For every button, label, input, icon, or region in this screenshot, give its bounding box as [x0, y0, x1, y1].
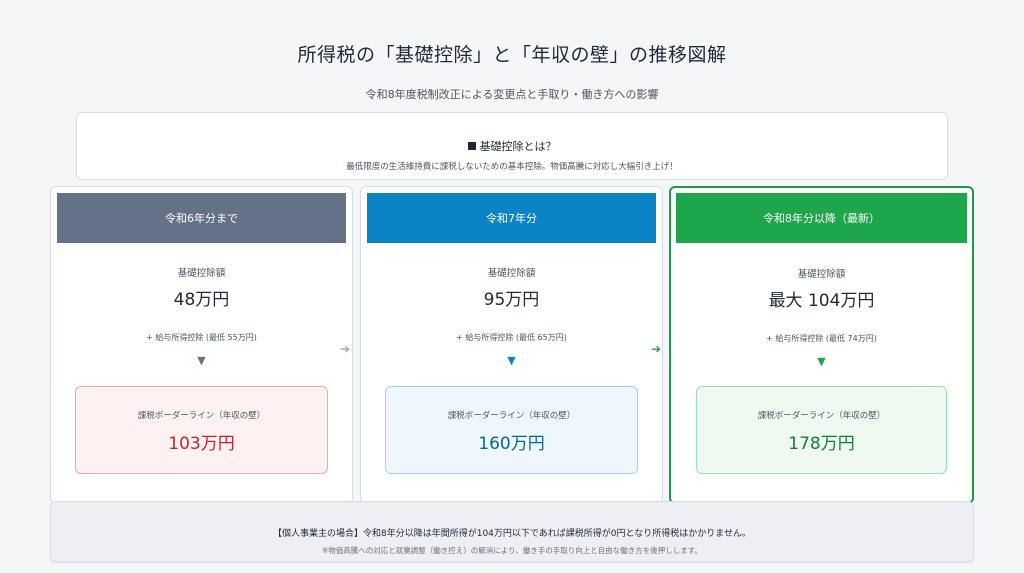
period-card-r8: 令和8年分以降（最新） 基礎控除額 最大 104万円 + 給与所得控除 (最低 …: [669, 186, 974, 504]
wall-label: 課税ボーダーライン（年収の壁）: [447, 411, 576, 421]
period-card-r7: 令和7年分 基礎控除額 95万円 + 給与所得控除 (最低 65万円) ▼ 課税…: [360, 186, 663, 504]
salary-deduction-note: + 給与所得控除 (最低 65万円): [456, 333, 567, 342]
deduction-label: 基礎控除額: [797, 269, 846, 280]
arrow-right-icon: ➔: [340, 342, 351, 356]
wall-value: 160万円: [478, 434, 545, 454]
triangle-down-icon: ▼: [507, 354, 516, 367]
intro-heading: 基礎控除とは？: [77, 138, 947, 154]
page-title: 所得税の「基礎控除」と「年収の壁」の推移図解: [297, 44, 727, 66]
footer-note-box: 【個人事業主の場合】令和8年分以降は年間所得が104万円以下であれば課税所得が0…: [50, 501, 974, 563]
salary-deduction-note: + 給与所得控除 (最低 74万円): [766, 334, 877, 343]
income-wall-box: 課税ボーダーライン（年収の壁） 160万円: [385, 386, 638, 474]
footer-main-text: 【個人事業主の場合】令和8年分以降は年間所得が104万円以下であれば課税所得が0…: [272, 529, 751, 539]
wall-value: 178万円: [788, 434, 855, 454]
period-header: 令和6年分まで: [57, 193, 346, 243]
intro-text: 最低限度の生活維持費に課税しないための基本控除。物価高騰に対応し大幅引き上げ！: [346, 162, 678, 172]
footer-footnote: ※物価高騰への対応と就業調整（働き控え）の解消により、働き手の手取り向上と自由な…: [321, 546, 703, 555]
intro-heading-text: 基礎控除とは？: [479, 140, 557, 153]
arrow-right-icon: ➔: [651, 342, 662, 356]
intro-box: 基礎控除とは？ 最低限度の生活維持費に課税しないための基本控除。物価高騰に対応し…: [76, 112, 948, 180]
wall-value: 103万円: [168, 434, 235, 454]
salary-deduction-note: + 給与所得控除 (最低 55万円): [146, 333, 257, 342]
period-header: 令和8年分以降（最新）: [676, 193, 967, 243]
deduction-label: 基礎控除額: [487, 268, 536, 279]
triangle-down-icon: ▼: [197, 354, 206, 367]
wall-label: 課税ボーダーライン（年収の壁）: [137, 411, 266, 421]
square-bullet-icon: [467, 142, 476, 150]
page-subtitle: 令和8年度税制改正による変更点と手取り・働き方への影響: [365, 88, 659, 101]
income-wall-box: 課税ボーダーライン（年収の壁） 178万円: [696, 386, 947, 474]
deduction-label: 基礎控除額: [177, 268, 226, 279]
deduction-value: 95万円: [483, 290, 540, 310]
triangle-down-icon: ▼: [817, 355, 826, 368]
wall-label: 課税ボーダーライン（年収の壁）: [757, 411, 886, 421]
period-card-r6: 令和6年分まで 基礎控除額 48万円 + 給与所得控除 (最低 55万円) ▼ …: [50, 186, 353, 504]
deduction-value: 最大 104万円: [768, 291, 875, 311]
deduction-value: 48万円: [173, 290, 230, 310]
period-header: 令和7年分: [367, 193, 656, 243]
income-wall-box: 課税ボーダーライン（年収の壁） 103万円: [75, 386, 328, 474]
